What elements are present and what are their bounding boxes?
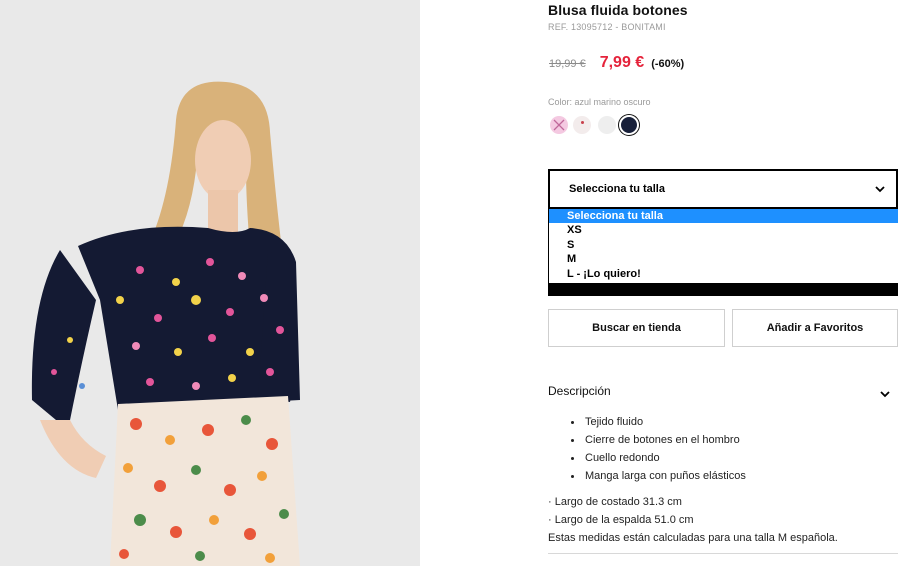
measurements: · Largo de costado 31.3 cm · Largo de la…	[548, 493, 838, 547]
sale-price: 7,99 €	[599, 54, 645, 71]
divider	[548, 553, 898, 554]
measure-note: Estas medidas están calculadas para una …	[548, 532, 838, 544]
chevron-down-icon	[875, 186, 885, 193]
color-swatch-pink[interactable]	[550, 116, 568, 134]
add-to-bag-bar	[548, 283, 898, 296]
product-title: Blusa fluida botones	[548, 2, 688, 18]
size-select[interactable]: Selecciona tu talla	[548, 169, 898, 209]
size-select-label: Selecciona tu talla	[569, 183, 665, 195]
original-price: 19,99 €	[549, 58, 586, 70]
find-in-store-button[interactable]: Buscar en tienda	[548, 309, 725, 347]
size-option[interactable]: M	[549, 252, 898, 266]
size-option[interactable]: S	[549, 238, 898, 252]
size-option[interactable]: XS	[549, 223, 898, 237]
color-label: Color: azul marino oscuro	[548, 97, 651, 107]
feature-list: Tejido fluido Cierre de botones en el ho…	[568, 413, 746, 485]
chevron-down-icon[interactable]	[879, 388, 891, 400]
feature-item: Tejido fluido	[568, 413, 746, 431]
discount-badge: (-60%)	[651, 58, 685, 70]
size-option[interactable]: L - ¡Lo quiero!	[549, 267, 898, 281]
color-swatch-print[interactable]	[573, 116, 591, 134]
feature-item: Cierre de botones en el hombro	[568, 431, 746, 449]
color-swatch-navy[interactable]	[619, 115, 639, 135]
measure-item: · Largo de costado 31.3 cm	[548, 496, 682, 508]
color-swatch-white[interactable]	[598, 116, 616, 134]
description-heading[interactable]: Descripción	[548, 384, 611, 398]
product-image[interactable]	[0, 0, 420, 566]
product-info-panel: Blusa fluida botones REF. 13095712 - BON…	[548, 0, 898, 566]
unavailable-cross-icon	[553, 119, 565, 131]
size-option[interactable]: Selecciona tu talla	[549, 209, 898, 224]
feature-item: Manga larga con puños elásticos	[568, 467, 746, 485]
measure-item: · Largo de la espalda 51.0 cm	[548, 514, 694, 526]
price-block: 19,99 € 7,99 € (-60%)	[549, 54, 684, 74]
feature-item: Cuello redondo	[568, 449, 746, 467]
product-reference: REF. 13095712 - BONITAMI	[548, 22, 666, 32]
add-to-favorites-button[interactable]: Añadir a Favoritos	[732, 309, 898, 347]
